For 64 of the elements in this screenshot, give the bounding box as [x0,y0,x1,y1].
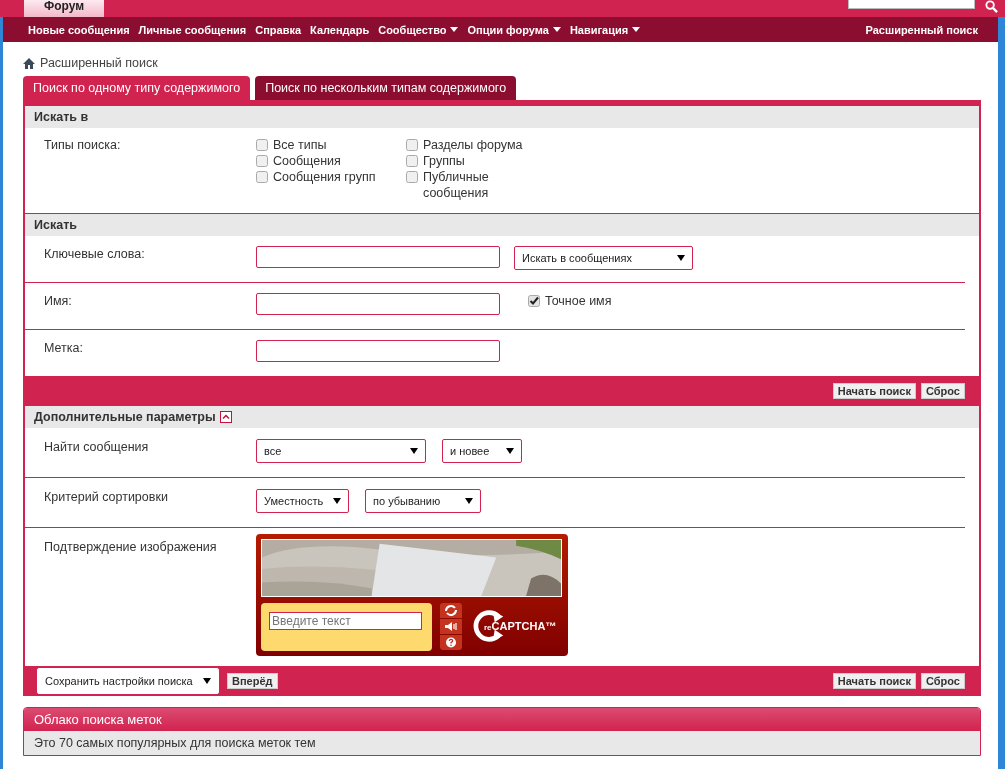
field-label: Метка: [44,340,84,355]
checkbox-label: Точное имя [545,293,612,309]
checkbox[interactable] [256,171,268,183]
form-button[interactable]: Сброс [921,383,965,399]
captcha-input[interactable]: Введите текст [269,612,422,630]
caret-icon[interactable] [632,27,641,32]
breadcrumb: Расширенный поиск [40,56,158,70]
dropdown[interactable]: Искать в сообщениях [514,246,693,270]
field-label: Типы поиска: [44,137,122,152]
input-field[interactable] [256,293,500,315]
checkbox[interactable] [528,295,540,307]
checkbox[interactable] [256,139,268,151]
section-header: Дополнительные параметры [34,409,216,426]
section-header: Искать в [25,106,979,128]
nav-link[interactable]: Сообщество [378,23,447,36]
nav-link[interactable]: Календарь [310,23,370,36]
field-label: Ключевые слова: [44,246,146,261]
forum-tab[interactable]: Форум [24,0,104,17]
dropdown[interactable]: и новее [442,439,522,463]
field-label: Подтверждение изображения [44,539,218,554]
go-button[interactable]: Вперёд [227,673,278,689]
input-field[interactable] [256,246,500,268]
home-icon[interactable] [23,57,35,69]
refresh-icon[interactable] [440,603,462,618]
form-button[interactable]: Сброс [921,673,965,689]
search-icon[interactable] [985,0,998,13]
dropdown[interactable]: Сохранить настройки поиска [37,668,219,694]
panel-header: Облако поиска меток [24,708,980,731]
checkbox[interactable] [406,155,418,167]
field-label: Имя: [44,293,73,308]
caret-icon[interactable] [552,27,561,32]
checkbox-label: Разделы форума [423,137,523,153]
nav-link[interactable]: Расширенный поиск [865,23,978,36]
checkbox[interactable] [406,139,418,151]
checkbox-label: Сообщения групп [273,169,376,185]
recaptcha-logo-text: reCAPTCHA™ [484,620,557,632]
nav-link[interactable]: Опции форума [467,23,549,36]
nav-link[interactable]: Навигация [569,23,629,36]
form-button[interactable]: Начать поиск [832,383,916,399]
tab[interactable]: Поиск по нескольким типам содержимого [255,76,517,100]
caret-icon[interactable] [450,27,459,32]
form-button[interactable]: Начать поиск [832,673,916,689]
dropdown[interactable]: по убыванию [365,489,481,513]
nav-link[interactable]: Справка [255,23,302,36]
field-label: Критерий сортировки [44,489,169,504]
checkbox-label: Сообщения [273,153,341,169]
dropdown[interactable]: Уместность [256,489,349,513]
collapse-icon[interactable] [219,411,232,423]
checkbox[interactable] [406,171,418,183]
section-header: Искать [25,213,979,236]
dropdown[interactable]: все [256,439,426,463]
input-field[interactable] [256,340,500,362]
panel-text: Это 70 самых популярных для поиска меток тем [24,731,980,755]
nav-link[interactable]: Новые сообщения [28,23,130,36]
nav-link[interactable]: Личные сообщения [138,23,247,36]
field-label: Найти сообщения [44,439,150,454]
speaker-icon[interactable] [440,619,462,634]
checkbox-label: Публичные сообщения [423,169,490,201]
search-field[interactable] [848,0,975,9]
checkbox[interactable] [256,155,268,167]
checkbox-label: Группы [423,153,465,169]
help-icon[interactable] [440,635,462,650]
checkbox-label: Все типы [273,137,327,153]
tab[interactable]: Поиск по одному типу содержимого [23,76,251,100]
